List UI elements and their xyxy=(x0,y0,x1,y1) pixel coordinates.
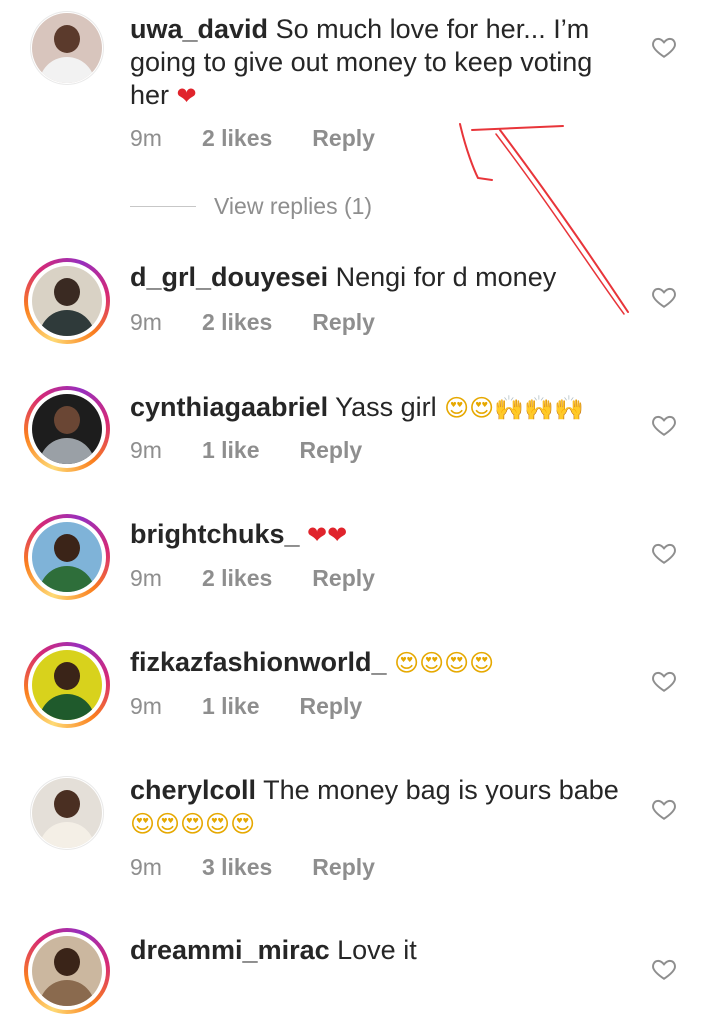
likes-count[interactable]: 2 likes xyxy=(202,125,272,152)
comment-text: fizkazfashionworld_ 😍😍😍😍 xyxy=(130,646,630,680)
avatar-photo xyxy=(32,13,102,83)
view-replies-label: View replies (1) xyxy=(214,193,373,219)
heart-emoji: ❤❤ xyxy=(307,521,348,549)
comment-body: Love it xyxy=(337,935,417,965)
heart-outline-icon[interactable] xyxy=(651,34,677,60)
comment-body: Yass girl xyxy=(335,392,437,422)
divider xyxy=(130,206,196,207)
reply-button[interactable]: Reply xyxy=(312,565,375,592)
likes-count[interactable]: 2 likes xyxy=(202,309,272,336)
timestamp: 9m xyxy=(130,693,162,719)
timestamp: 9m xyxy=(130,854,162,880)
username[interactable]: brightchuks_ xyxy=(130,519,300,549)
heart-outline-icon[interactable] xyxy=(651,668,677,694)
comment-text: cynthiagaabriel Yass girl 😍😍🙌🙌🙌 xyxy=(130,391,630,425)
comment-text: dreammi_mirac Love it xyxy=(130,934,630,967)
reply-button[interactable]: Reply xyxy=(300,437,363,464)
heart-outline-icon[interactable] xyxy=(651,284,677,310)
emoji-reactions: 😍😍😍😍 xyxy=(394,649,495,677)
timestamp: 9m xyxy=(130,125,162,151)
avatar-photo xyxy=(32,778,102,848)
reply-button[interactable]: Reply xyxy=(312,309,375,336)
comment-body: The money bag is yours babe xyxy=(263,775,619,805)
timestamp: 9m xyxy=(130,437,162,463)
avatar[interactable] xyxy=(30,11,104,85)
likes-count[interactable]: 1 like xyxy=(202,693,260,720)
username[interactable]: uwa_david xyxy=(130,14,268,44)
reply-button[interactable]: Reply xyxy=(312,854,375,881)
likes-count[interactable]: 1 like xyxy=(202,437,260,464)
avatar[interactable] xyxy=(24,928,110,1014)
comment-text: cherylcoll The money bag is yours babe 😍… xyxy=(130,774,630,841)
comment-meta: 9m 2 likes Reply xyxy=(130,309,415,336)
avatar[interactable] xyxy=(24,642,110,728)
heart-emoji: ❤ xyxy=(176,82,197,110)
comment-meta: 9m 3 likes Reply xyxy=(130,854,415,881)
emoji-reactions: 😍😍🙌🙌🙌 xyxy=(444,394,584,422)
comment-text: d_grl_douyesei Nengi for d money xyxy=(130,261,630,294)
avatar-photo xyxy=(32,266,102,336)
avatar[interactable] xyxy=(24,386,110,472)
avatar[interactable] xyxy=(24,258,110,344)
reply-button[interactable]: Reply xyxy=(312,125,375,152)
avatar[interactable] xyxy=(24,514,110,600)
comment-body: Nengi for d money xyxy=(335,262,557,292)
reply-button[interactable]: Reply xyxy=(300,693,363,720)
heart-outline-icon[interactable] xyxy=(651,796,677,822)
comment-meta: 9m 2 likes Reply xyxy=(130,565,415,592)
timestamp: 9m xyxy=(130,309,162,335)
comment-meta: 9m 1 like Reply xyxy=(130,437,402,464)
heart-outline-icon[interactable] xyxy=(651,956,677,982)
heart-outline-icon[interactable] xyxy=(651,540,677,566)
avatar[interactable] xyxy=(30,776,104,850)
comment-text: brightchuks_ ❤❤ xyxy=(130,518,630,552)
username[interactable]: fizkazfashionworld_ xyxy=(130,647,387,677)
timestamp: 9m xyxy=(130,565,162,591)
likes-count[interactable]: 2 likes xyxy=(202,565,272,592)
likes-count[interactable]: 3 likes xyxy=(202,854,272,881)
heart-outline-icon[interactable] xyxy=(651,412,677,438)
comment-meta: 9m 1 like Reply xyxy=(130,693,402,720)
emoji-reactions: 😍😍😍😍😍 xyxy=(130,810,256,838)
comment-meta: 9m 2 likes Reply xyxy=(130,125,415,152)
username[interactable]: cynthiagaabriel xyxy=(130,392,328,422)
avatar-photo xyxy=(32,936,102,1006)
avatar-photo xyxy=(32,650,102,720)
username[interactable]: d_grl_douyesei xyxy=(130,262,328,292)
comment-text: uwa_david So much love for her... I’m go… xyxy=(130,13,630,113)
username[interactable]: cherylcoll xyxy=(130,775,256,805)
view-replies-button[interactable]: View replies (1) xyxy=(130,193,372,220)
avatar-photo xyxy=(32,522,102,592)
username[interactable]: dreammi_mirac xyxy=(130,935,330,965)
avatar-photo xyxy=(32,394,102,464)
